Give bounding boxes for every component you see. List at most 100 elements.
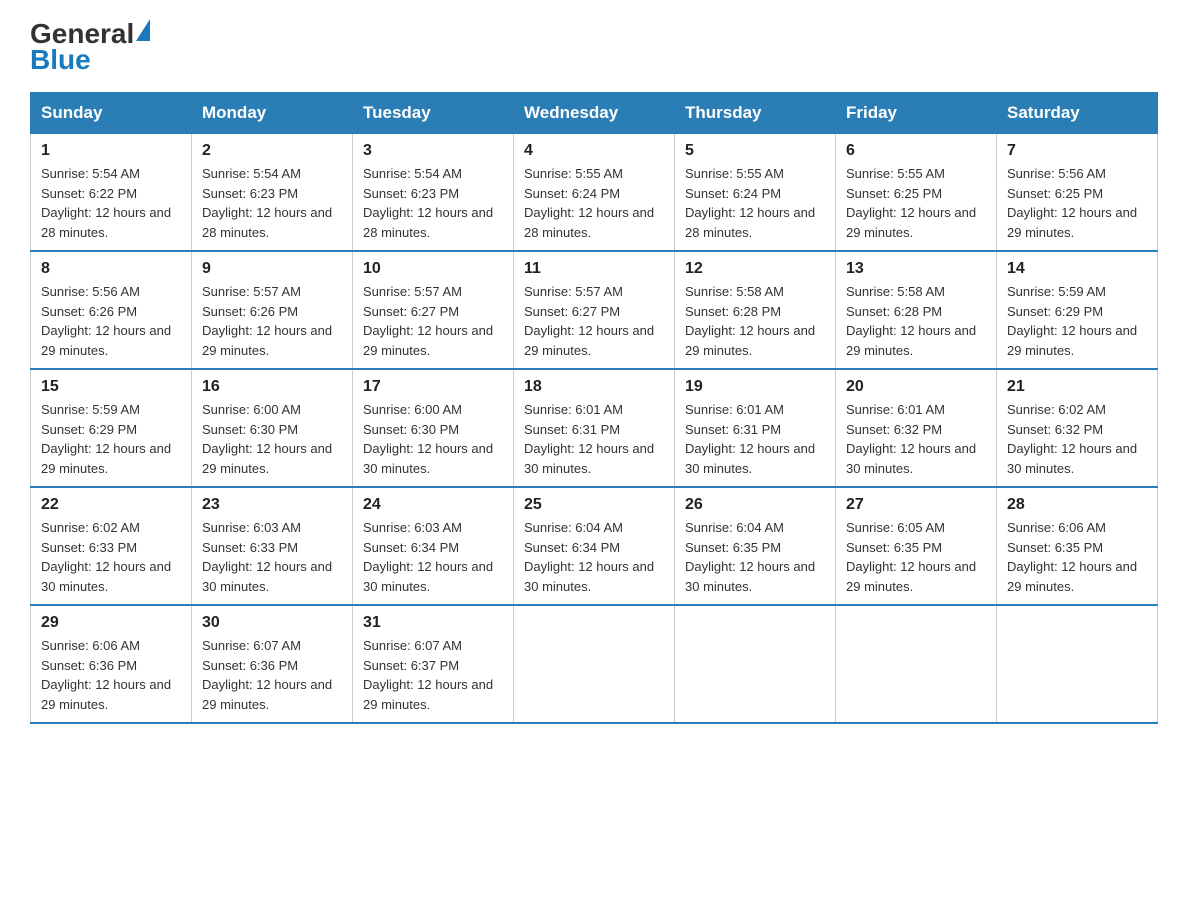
calendar-cell: 13 Sunrise: 5:58 AMSunset: 6:28 PMDaylig… xyxy=(836,251,997,369)
day-number: 4 xyxy=(524,142,664,160)
calendar-cell: 26 Sunrise: 6:04 AMSunset: 6:35 PMDaylig… xyxy=(675,487,836,605)
calendar-cell: 14 Sunrise: 5:59 AMSunset: 6:29 PMDaylig… xyxy=(997,251,1158,369)
day-info: Sunrise: 6:03 AMSunset: 6:33 PMDaylight:… xyxy=(202,520,332,594)
day-number: 7 xyxy=(1007,142,1147,160)
calendar-cell: 8 Sunrise: 5:56 AMSunset: 6:26 PMDayligh… xyxy=(31,251,192,369)
day-info: Sunrise: 5:59 AMSunset: 6:29 PMDaylight:… xyxy=(41,402,171,476)
day-info: Sunrise: 5:54 AMSunset: 6:22 PMDaylight:… xyxy=(41,166,171,240)
weekday-header-tuesday: Tuesday xyxy=(353,93,514,134)
day-info: Sunrise: 6:05 AMSunset: 6:35 PMDaylight:… xyxy=(846,520,976,594)
day-number: 23 xyxy=(202,496,342,514)
day-info: Sunrise: 5:56 AMSunset: 6:26 PMDaylight:… xyxy=(41,284,171,358)
day-number: 20 xyxy=(846,378,986,396)
day-info: Sunrise: 6:04 AMSunset: 6:34 PMDaylight:… xyxy=(524,520,654,594)
day-number: 9 xyxy=(202,260,342,278)
calendar-cell: 10 Sunrise: 5:57 AMSunset: 6:27 PMDaylig… xyxy=(353,251,514,369)
calendar-cell xyxy=(675,605,836,723)
calendar-cell: 31 Sunrise: 6:07 AMSunset: 6:37 PMDaylig… xyxy=(353,605,514,723)
day-info: Sunrise: 5:58 AMSunset: 6:28 PMDaylight:… xyxy=(685,284,815,358)
calendar-cell: 19 Sunrise: 6:01 AMSunset: 6:31 PMDaylig… xyxy=(675,369,836,487)
calendar-cell: 17 Sunrise: 6:00 AMSunset: 6:30 PMDaylig… xyxy=(353,369,514,487)
day-number: 3 xyxy=(363,142,503,160)
day-number: 29 xyxy=(41,614,181,632)
day-number: 24 xyxy=(363,496,503,514)
weekday-header-saturday: Saturday xyxy=(997,93,1158,134)
day-info: Sunrise: 6:07 AMSunset: 6:36 PMDaylight:… xyxy=(202,638,332,712)
day-number: 14 xyxy=(1007,260,1147,278)
calendar-cell: 20 Sunrise: 6:01 AMSunset: 6:32 PMDaylig… xyxy=(836,369,997,487)
calendar-cell: 11 Sunrise: 5:57 AMSunset: 6:27 PMDaylig… xyxy=(514,251,675,369)
day-number: 6 xyxy=(846,142,986,160)
day-info: Sunrise: 6:02 AMSunset: 6:33 PMDaylight:… xyxy=(41,520,171,594)
calendar-cell: 25 Sunrise: 6:04 AMSunset: 6:34 PMDaylig… xyxy=(514,487,675,605)
calendar-cell: 30 Sunrise: 6:07 AMSunset: 6:36 PMDaylig… xyxy=(192,605,353,723)
day-number: 25 xyxy=(524,496,664,514)
logo-blue-text: Blue xyxy=(30,46,150,74)
day-info: Sunrise: 5:57 AMSunset: 6:27 PMDaylight:… xyxy=(524,284,654,358)
calendar-cell xyxy=(514,605,675,723)
calendar-cell: 27 Sunrise: 6:05 AMSunset: 6:35 PMDaylig… xyxy=(836,487,997,605)
logo-triangle-icon xyxy=(136,19,150,41)
day-info: Sunrise: 5:57 AMSunset: 6:26 PMDaylight:… xyxy=(202,284,332,358)
day-info: Sunrise: 6:07 AMSunset: 6:37 PMDaylight:… xyxy=(363,638,493,712)
day-number: 8 xyxy=(41,260,181,278)
day-info: Sunrise: 6:01 AMSunset: 6:32 PMDaylight:… xyxy=(846,402,976,476)
day-number: 27 xyxy=(846,496,986,514)
day-info: Sunrise: 5:55 AMSunset: 6:25 PMDaylight:… xyxy=(846,166,976,240)
day-number: 28 xyxy=(1007,496,1147,514)
calendar-cell: 29 Sunrise: 6:06 AMSunset: 6:36 PMDaylig… xyxy=(31,605,192,723)
calendar-cell: 16 Sunrise: 6:00 AMSunset: 6:30 PMDaylig… xyxy=(192,369,353,487)
day-info: Sunrise: 5:55 AMSunset: 6:24 PMDaylight:… xyxy=(685,166,815,240)
calendar-week-row: 8 Sunrise: 5:56 AMSunset: 6:26 PMDayligh… xyxy=(31,251,1158,369)
day-number: 18 xyxy=(524,378,664,396)
day-info: Sunrise: 5:54 AMSunset: 6:23 PMDaylight:… xyxy=(363,166,493,240)
calendar-cell: 22 Sunrise: 6:02 AMSunset: 6:33 PMDaylig… xyxy=(31,487,192,605)
calendar-cell: 24 Sunrise: 6:03 AMSunset: 6:34 PMDaylig… xyxy=(353,487,514,605)
day-info: Sunrise: 6:00 AMSunset: 6:30 PMDaylight:… xyxy=(202,402,332,476)
calendar-cell xyxy=(836,605,997,723)
day-info: Sunrise: 6:01 AMSunset: 6:31 PMDaylight:… xyxy=(685,402,815,476)
calendar-cell: 7 Sunrise: 5:56 AMSunset: 6:25 PMDayligh… xyxy=(997,134,1158,252)
day-info: Sunrise: 5:55 AMSunset: 6:24 PMDaylight:… xyxy=(524,166,654,240)
day-info: Sunrise: 6:02 AMSunset: 6:32 PMDaylight:… xyxy=(1007,402,1137,476)
day-number: 21 xyxy=(1007,378,1147,396)
day-number: 26 xyxy=(685,496,825,514)
day-number: 17 xyxy=(363,378,503,396)
day-number: 1 xyxy=(41,142,181,160)
day-number: 2 xyxy=(202,142,342,160)
calendar-cell: 3 Sunrise: 5:54 AMSunset: 6:23 PMDayligh… xyxy=(353,134,514,252)
day-info: Sunrise: 6:00 AMSunset: 6:30 PMDaylight:… xyxy=(363,402,493,476)
weekday-header-monday: Monday xyxy=(192,93,353,134)
day-number: 22 xyxy=(41,496,181,514)
day-number: 30 xyxy=(202,614,342,632)
weekday-header-row: SundayMondayTuesdayWednesdayThursdayFrid… xyxy=(31,93,1158,134)
weekday-header-thursday: Thursday xyxy=(675,93,836,134)
calendar-cell: 21 Sunrise: 6:02 AMSunset: 6:32 PMDaylig… xyxy=(997,369,1158,487)
day-info: Sunrise: 6:06 AMSunset: 6:35 PMDaylight:… xyxy=(1007,520,1137,594)
calendar-cell: 5 Sunrise: 5:55 AMSunset: 6:24 PMDayligh… xyxy=(675,134,836,252)
calendar-week-row: 15 Sunrise: 5:59 AMSunset: 6:29 PMDaylig… xyxy=(31,369,1158,487)
day-info: Sunrise: 5:57 AMSunset: 6:27 PMDaylight:… xyxy=(363,284,493,358)
day-number: 15 xyxy=(41,378,181,396)
calendar-cell: 12 Sunrise: 5:58 AMSunset: 6:28 PMDaylig… xyxy=(675,251,836,369)
calendar-cell: 9 Sunrise: 5:57 AMSunset: 6:26 PMDayligh… xyxy=(192,251,353,369)
day-number: 31 xyxy=(363,614,503,632)
day-info: Sunrise: 5:56 AMSunset: 6:25 PMDaylight:… xyxy=(1007,166,1137,240)
day-info: Sunrise: 6:01 AMSunset: 6:31 PMDaylight:… xyxy=(524,402,654,476)
weekday-header-sunday: Sunday xyxy=(31,93,192,134)
calendar-week-row: 1 Sunrise: 5:54 AMSunset: 6:22 PMDayligh… xyxy=(31,134,1158,252)
calendar-cell: 23 Sunrise: 6:03 AMSunset: 6:33 PMDaylig… xyxy=(192,487,353,605)
day-info: Sunrise: 5:54 AMSunset: 6:23 PMDaylight:… xyxy=(202,166,332,240)
page-header: General Blue xyxy=(30,20,1158,74)
calendar-cell: 15 Sunrise: 5:59 AMSunset: 6:29 PMDaylig… xyxy=(31,369,192,487)
calendar-week-row: 29 Sunrise: 6:06 AMSunset: 6:36 PMDaylig… xyxy=(31,605,1158,723)
day-info: Sunrise: 5:59 AMSunset: 6:29 PMDaylight:… xyxy=(1007,284,1137,358)
day-number: 11 xyxy=(524,260,664,278)
day-number: 19 xyxy=(685,378,825,396)
calendar-cell: 4 Sunrise: 5:55 AMSunset: 6:24 PMDayligh… xyxy=(514,134,675,252)
day-number: 5 xyxy=(685,142,825,160)
day-number: 13 xyxy=(846,260,986,278)
day-info: Sunrise: 6:06 AMSunset: 6:36 PMDaylight:… xyxy=(41,638,171,712)
day-number: 16 xyxy=(202,378,342,396)
calendar-cell: 2 Sunrise: 5:54 AMSunset: 6:23 PMDayligh… xyxy=(192,134,353,252)
